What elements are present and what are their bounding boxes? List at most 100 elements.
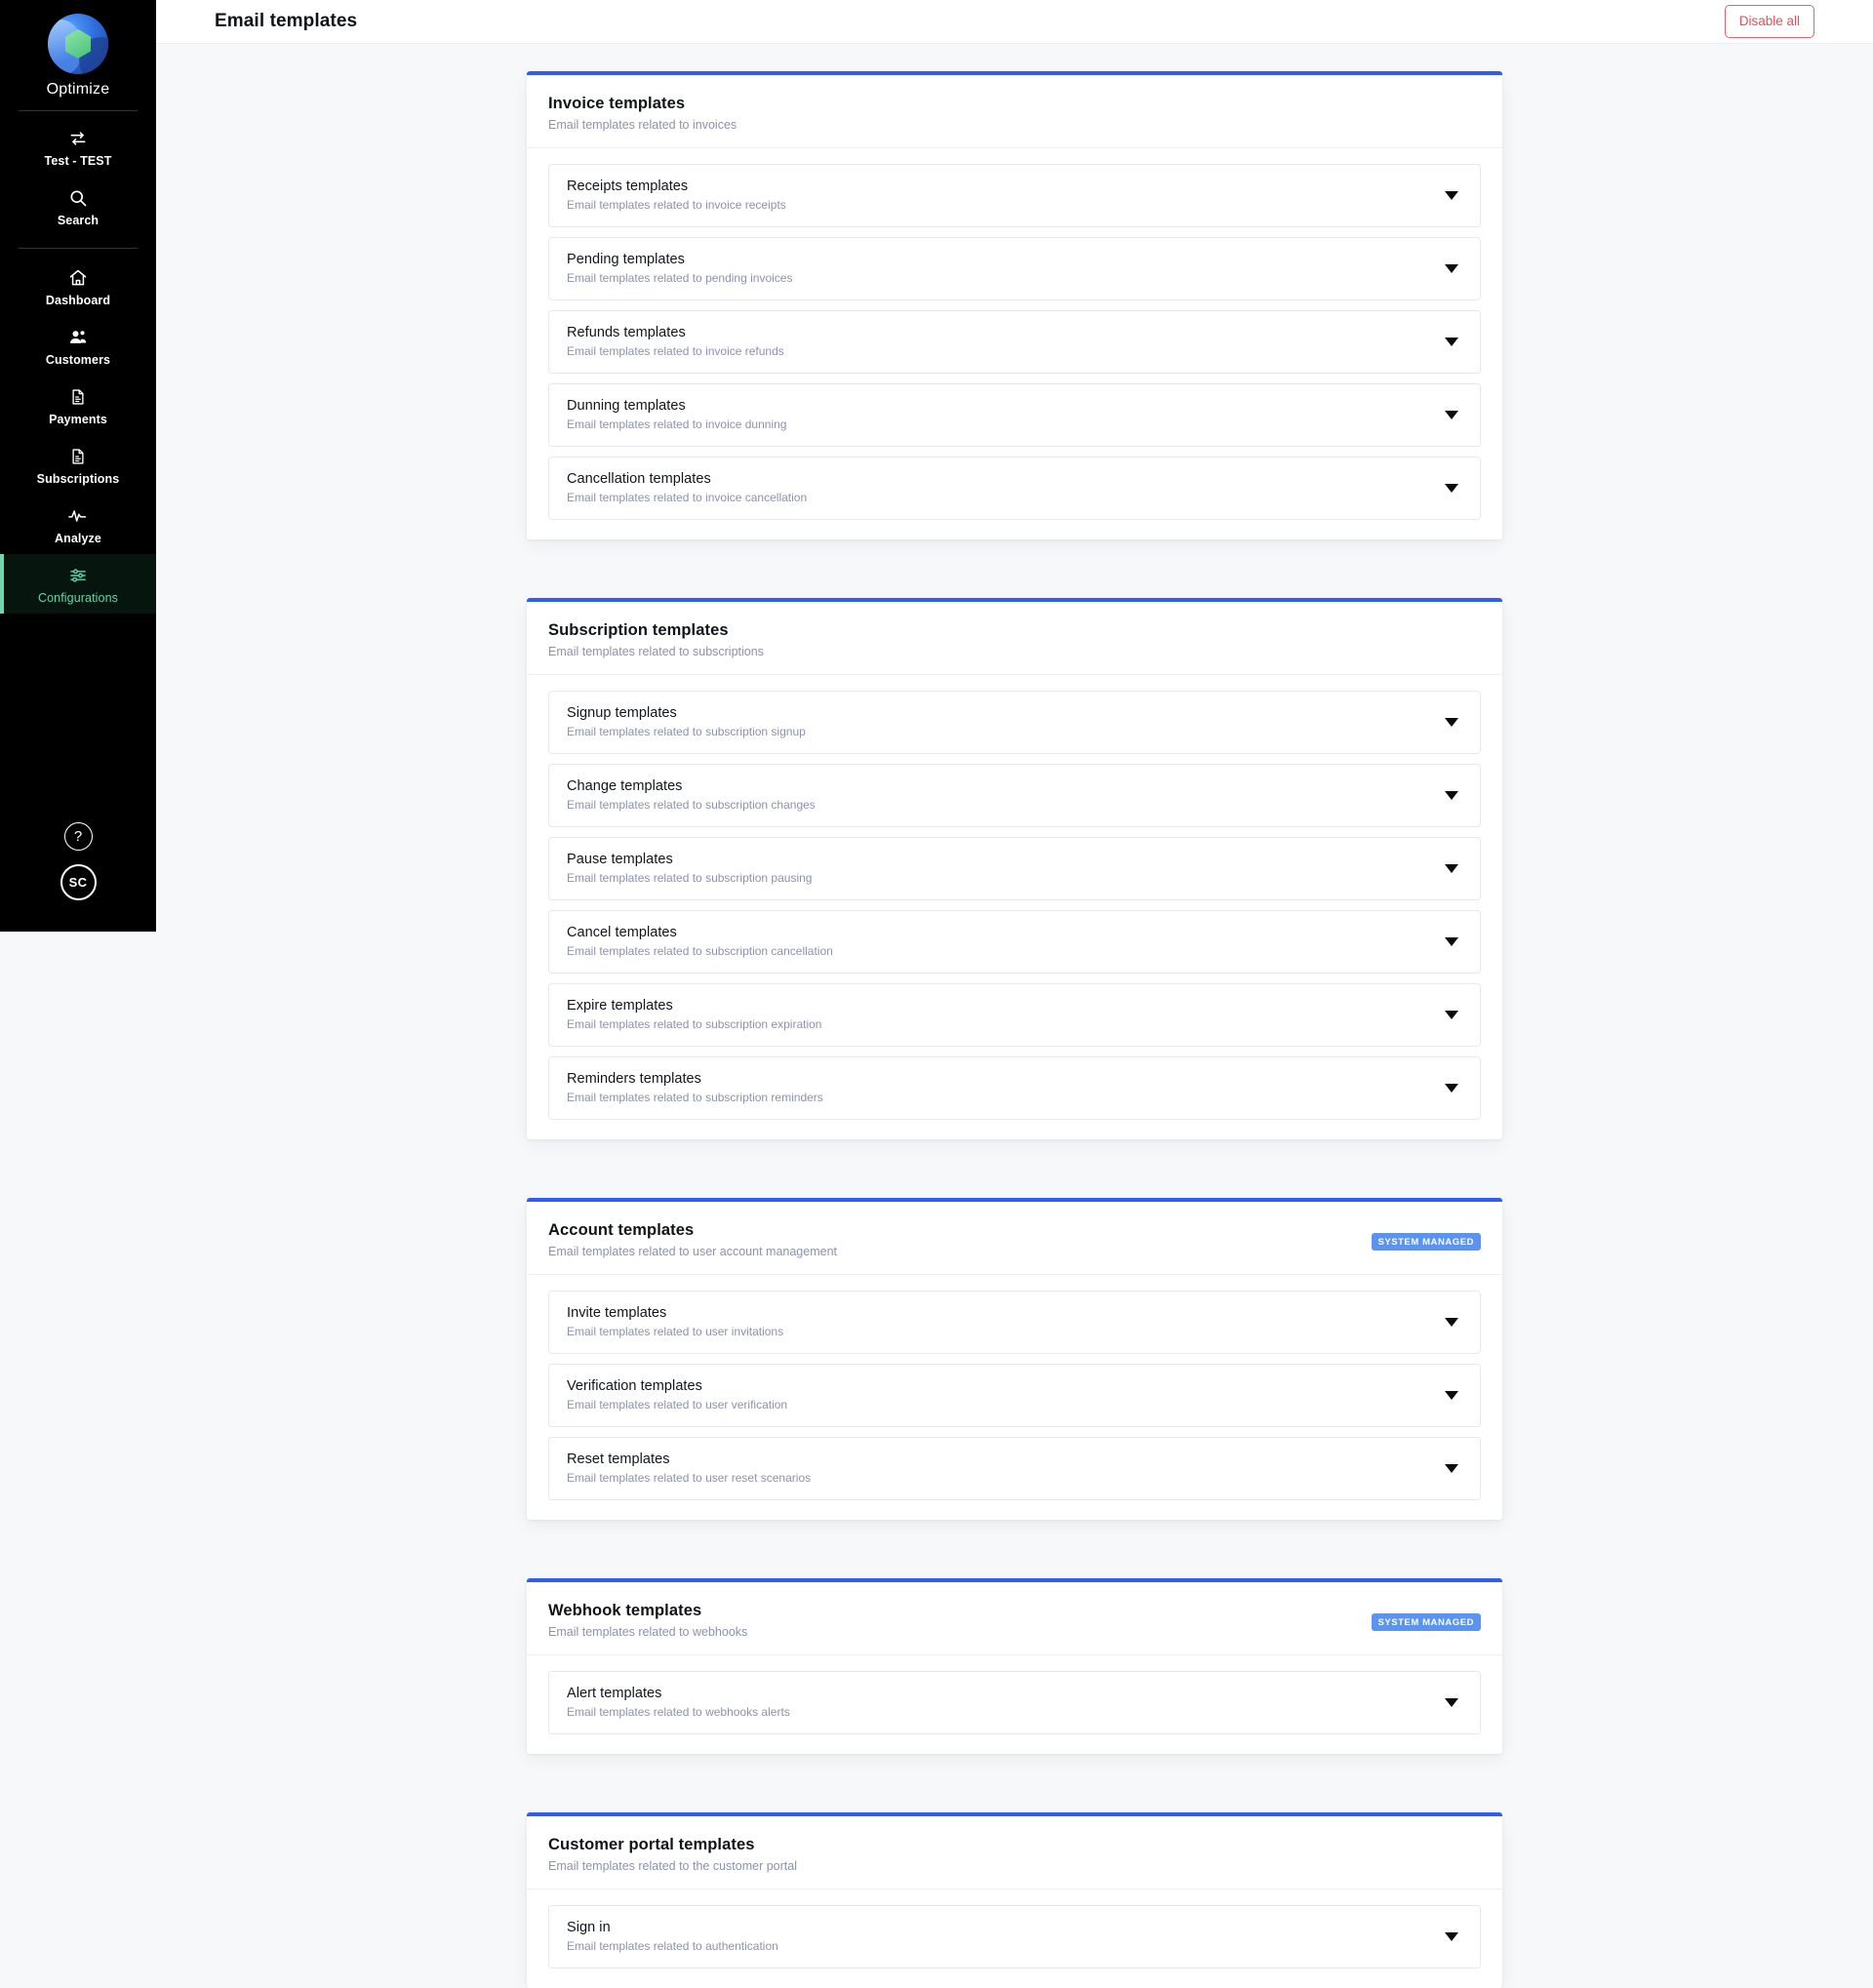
page-header: Email templates Disable all (156, 0, 1873, 44)
template-row[interactable]: Receipts templates Email templates relate… (548, 164, 1481, 227)
template-row[interactable]: Pending templates Email templates related… (548, 237, 1481, 300)
template-row-title: Pause templates (567, 852, 673, 867)
template-row-subtitle: Email templates related to authenticatio… (567, 1939, 778, 1953)
chevron-down-icon[interactable] (1445, 1697, 1458, 1707)
template-row[interactable]: Refunds templates Email templates related… (548, 310, 1481, 374)
template-row-title: Alert templates (567, 1686, 662, 1701)
card-subtitle: Email templates related to webhooks (548, 1625, 748, 1639)
sidebar-item-search[interactable]: Search (0, 177, 156, 236)
card-header: Account templates Email templates related… (527, 1202, 1502, 1275)
document-payment-icon (69, 386, 87, 408)
sidebar: Optimize Test - TEST Search Dashboard Cu… (0, 0, 156, 932)
card-title: Customer portal templates (548, 1836, 755, 1853)
template-row-title: Cancel templates (567, 925, 677, 940)
template-row-subtitle: Email templates related to invoice dunni… (567, 417, 787, 431)
sidebar-item-tenant[interactable]: Test - TEST (0, 117, 156, 177)
chevron-down-icon[interactable] (1445, 1083, 1458, 1093)
chevron-down-icon[interactable] (1445, 1317, 1458, 1327)
sidebar-item-label: Dashboard (45, 294, 111, 307)
template-row-subtitle: Email templates related to user invitati… (567, 1325, 784, 1338)
sidebar-top-group: Test - TEST Search (0, 117, 156, 236)
template-row[interactable]: Cancel templates Email templates related … (548, 910, 1481, 974)
template-row[interactable]: Expire templates Email templates related … (548, 983, 1481, 1047)
chevron-down-icon[interactable] (1445, 337, 1458, 346)
chevron-down-icon[interactable] (1445, 1931, 1458, 1941)
chevron-down-icon[interactable] (1445, 790, 1458, 800)
template-card: Customer portal templates Email templates… (527, 1812, 1502, 1988)
template-row[interactable]: Verification templates Email templates re… (548, 1364, 1481, 1427)
chevron-down-icon[interactable] (1445, 863, 1458, 873)
template-row[interactable]: Alert templates Email templates related t… (548, 1671, 1481, 1734)
chevron-down-icon[interactable] (1445, 936, 1458, 946)
template-row[interactable]: Signup templates Email templates related … (548, 691, 1481, 754)
chevron-down-icon[interactable] (1445, 190, 1458, 200)
card-body: Invite templates Email templates related … (527, 1275, 1502, 1520)
template-row-text: Dunning templates Email templates related… (567, 398, 786, 431)
card-header: Invoice templates Email templates related… (527, 75, 1502, 148)
status-badge: SYSTEM MANAGED (1371, 1233, 1481, 1251)
sidebar-item-label: Subscriptions (36, 472, 120, 486)
main-content: Invoice templates Email templates related… (156, 44, 1873, 1988)
template-row-text: Pending templates Email templates related… (567, 252, 792, 285)
template-row[interactable]: Invite templates Email templates related … (548, 1291, 1481, 1354)
sidebar-item-configurations[interactable]: Configurations (0, 554, 156, 614)
template-row[interactable]: Pause templates Email templates related t… (548, 837, 1481, 900)
sidebar-item-analyze[interactable]: Analyze (0, 495, 156, 554)
chevron-down-icon[interactable] (1445, 410, 1458, 419)
template-row-subtitle: Email templates related to invoice refun… (567, 344, 784, 358)
sidebar-item-customers[interactable]: Customers (0, 316, 156, 376)
activity-pulse-icon (66, 505, 90, 527)
card-header-text: Subscription templates Email templates re… (548, 621, 764, 658)
template-row[interactable]: Cancellation templates Email templates re… (548, 457, 1481, 520)
template-row-text: Sign in Email templates related to authen… (567, 1920, 778, 1953)
chevron-down-icon[interactable] (1445, 717, 1458, 727)
sidebar-item-label: Customers (45, 353, 111, 367)
card-title: Invoice templates (548, 95, 686, 112)
card-header: Customer portal templates Email templates… (527, 1816, 1502, 1889)
template-row-text: Reminders templates Email templates relat… (567, 1071, 823, 1104)
chevron-down-icon[interactable] (1445, 1463, 1458, 1473)
brand[interactable]: Optimize (0, 0, 156, 99)
template-row-text: Refunds templates Email templates related… (567, 325, 784, 358)
card-body: Sign in Email templates related to authen… (527, 1889, 1502, 1988)
chevron-down-icon[interactable] (1445, 1010, 1458, 1019)
template-row-title: Sign in (567, 1920, 611, 1935)
chevron-down-icon[interactable] (1445, 263, 1458, 273)
avatar[interactable]: SC (60, 864, 97, 900)
document-subscription-icon (69, 446, 87, 467)
sidebar-item-subscriptions[interactable]: Subscriptions (0, 435, 156, 495)
template-row-subtitle: Email templates related to pending invoi… (567, 271, 793, 285)
template-row[interactable]: Reset templates Email templates related t… (548, 1437, 1481, 1500)
disable-all-button[interactable]: Disable all (1724, 5, 1814, 38)
search-icon (68, 187, 88, 209)
template-row-subtitle: Email templates related to invoice cance… (567, 491, 808, 504)
template-row-text: Invite templates Email templates related … (567, 1305, 783, 1338)
sidebar-item-payments[interactable]: Payments (0, 376, 156, 435)
template-row-title: Signup templates (567, 705, 677, 721)
card-subtitle: Email templates related to the customer … (548, 1859, 797, 1873)
question-mark-icon[interactable]: ? (63, 822, 93, 851)
chevron-down-icon[interactable] (1445, 1390, 1458, 1400)
template-card: Webhook templates Email templates related… (527, 1578, 1502, 1754)
template-row-title: Invite templates (567, 1305, 667, 1321)
template-row[interactable]: Sign in Email templates related to authen… (548, 1905, 1481, 1968)
template-cards-list: Invoice templates Email templates related… (527, 71, 1502, 1988)
template-row-title: Reminders templates (567, 1071, 701, 1087)
template-row-title: Reset templates (567, 1451, 670, 1467)
card-subtitle: Email templates related to user account … (548, 1245, 837, 1258)
template-row[interactable]: Reminders templates Email templates relat… (548, 1056, 1481, 1120)
card-title: Account templates (548, 1221, 695, 1239)
template-row[interactable]: Change templates Email templates related … (548, 764, 1481, 827)
template-row-title: Expire templates (567, 998, 673, 1014)
card-header-text: Customer portal templates Email templates… (548, 1836, 797, 1873)
template-row-subtitle: Email templates related to subscription … (567, 725, 806, 738)
template-card: Subscription templates Email templates re… (527, 598, 1502, 1139)
template-row[interactable]: Dunning templates Email templates related… (548, 383, 1481, 447)
template-row-title: Refunds templates (567, 325, 686, 340)
template-row-subtitle: Email templates related to subscription … (567, 1017, 822, 1031)
sidebar-item-dashboard[interactable]: Dashboard (0, 257, 156, 316)
template-row-title: Cancellation templates (567, 471, 711, 487)
card-header-text: Account templates Email templates related… (548, 1221, 837, 1258)
template-row-subtitle: Email templates related to subscription … (567, 871, 813, 885)
chevron-down-icon[interactable] (1445, 483, 1458, 493)
